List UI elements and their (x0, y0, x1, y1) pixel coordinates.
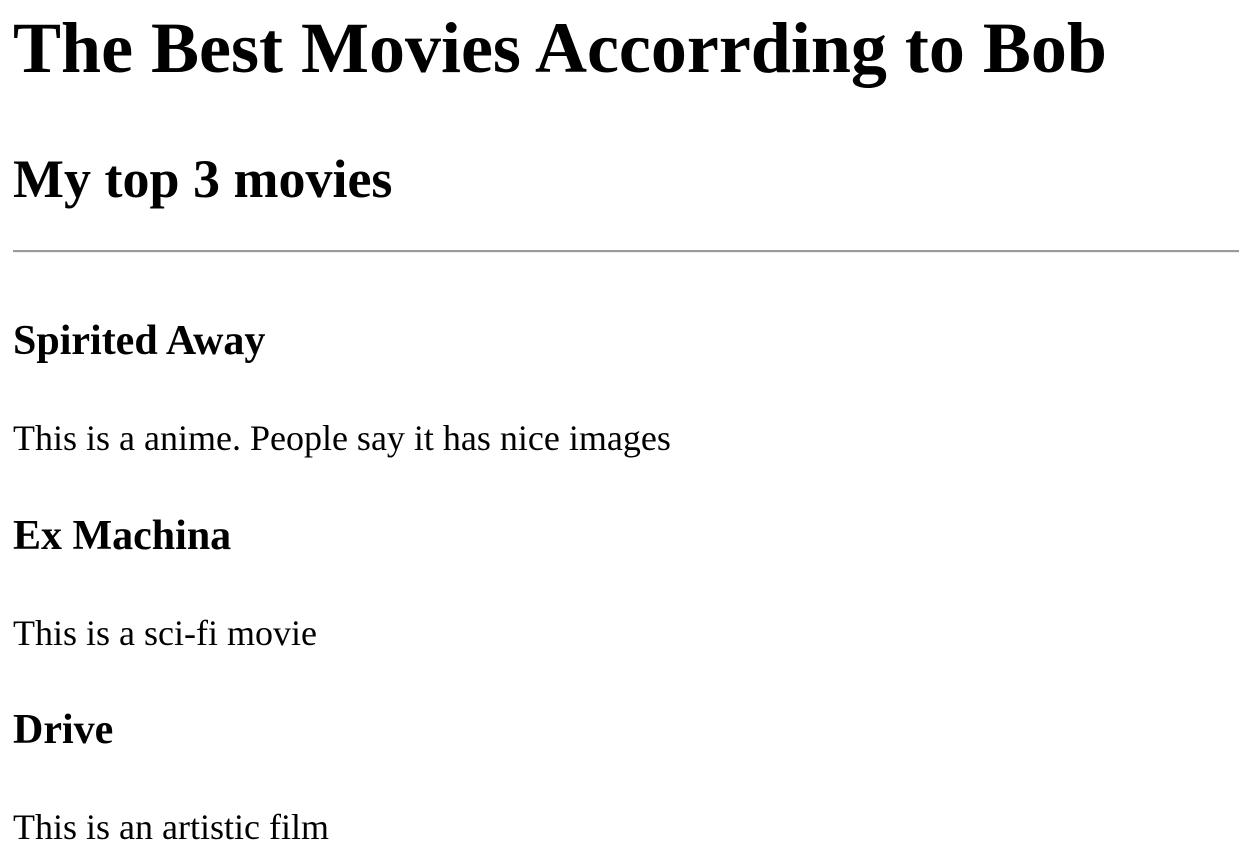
movie-title-spirited-away: Spirited Away (13, 318, 266, 364)
movie-title-drive: Drive (13, 707, 114, 753)
movie-description-ex-machina: This is a sci-fi movie (13, 613, 317, 653)
divider (13, 250, 1239, 253)
movie-description-spirited-away: This is a anime. People say it has nice … (13, 418, 671, 458)
page-subtitle: My top 3 movies (13, 149, 393, 209)
movie-description-drive: This is an artistic film (13, 807, 329, 847)
movie-title-ex-machina: Ex Machina (13, 513, 232, 559)
page: The Best Movies Accorrding to Bob My top… (0, 0, 1241, 861)
page-title: The Best Movies Accorrding to Bob (13, 8, 1107, 88)
